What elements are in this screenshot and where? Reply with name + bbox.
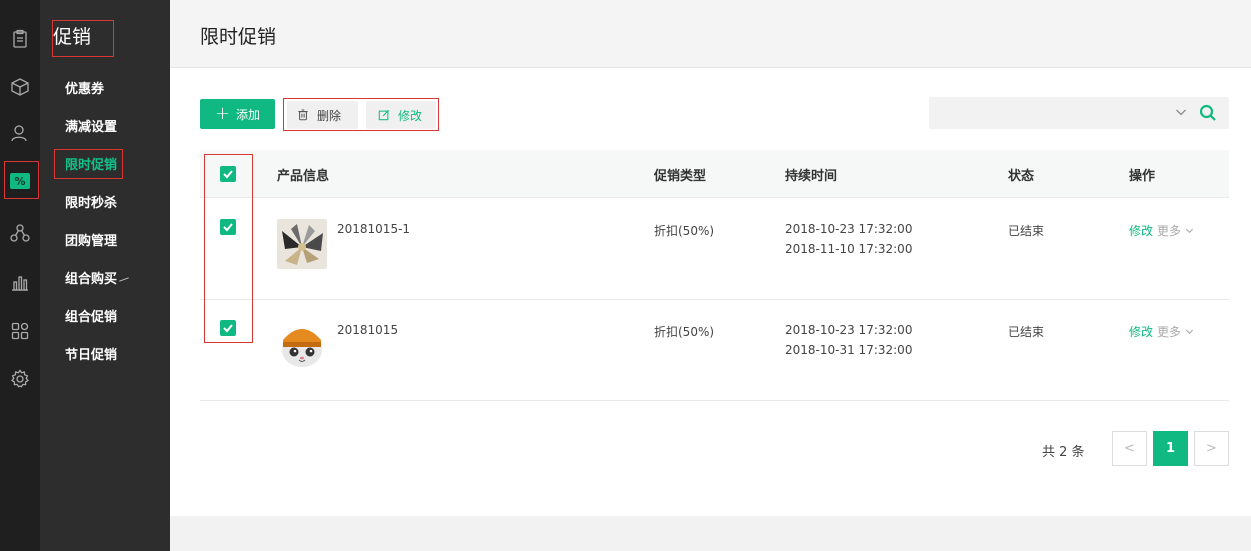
product-name: 20181015 bbox=[337, 323, 399, 337]
delete-button-label: 删除 bbox=[317, 108, 342, 123]
sidebar-item-holiday-promo[interactable]: 节日促销 bbox=[65, 346, 117, 366]
row-checkbox[interactable] bbox=[220, 320, 236, 336]
product-name: 20181015-1 bbox=[337, 222, 411, 236]
edit-button[interactable]: 修改 bbox=[366, 101, 436, 129]
table-row: 20181015 折扣(50%) 2018-10-23 17:32:00 201… bbox=[200, 300, 1229, 401]
trash-icon bbox=[298, 109, 308, 121]
row-more-label: 更多 bbox=[1157, 325, 1182, 339]
status-text: 已结束 bbox=[1008, 325, 1045, 339]
column-header-duration: 持续时间 bbox=[785, 169, 838, 184]
end-time: 2018-10-31 17:32:00 bbox=[785, 343, 913, 357]
product-thumbnail bbox=[277, 320, 327, 370]
sidebar-item-combo-promo[interactable]: 组合促销 bbox=[65, 308, 117, 328]
caret-icon bbox=[119, 277, 129, 282]
icon-rail: % bbox=[0, 0, 40, 551]
page-1-button[interactable]: 1 bbox=[1153, 431, 1188, 466]
sub-sidebar: 促销 优惠券 满减设置 限时促销 限时秒杀 团购管理 组合购买 组合促销 节日促… bbox=[40, 0, 170, 551]
box-icon[interactable] bbox=[0, 68, 40, 106]
chevron-down-icon bbox=[1185, 329, 1193, 335]
product-image bbox=[277, 219, 327, 269]
next-page-button[interactable]: > bbox=[1194, 431, 1229, 466]
search-icon[interactable] bbox=[1199, 104, 1217, 122]
start-time: 2018-10-23 17:32:00 bbox=[785, 222, 913, 236]
sidebar-item-flash-sale[interactable]: 限时秒杀 bbox=[65, 194, 117, 214]
plus-icon: + bbox=[214, 103, 231, 124]
duration: 2018-10-23 17:32:00 2018-11-10 17:32:00 bbox=[785, 219, 912, 259]
column-header-actions: 操作 bbox=[1129, 169, 1156, 184]
add-button[interactable]: + 添加 bbox=[200, 99, 275, 129]
column-header-status: 状态 bbox=[1008, 169, 1035, 184]
check-icon bbox=[223, 324, 233, 333]
sidebar-item-label: 组合购买 bbox=[65, 272, 118, 287]
product-thumbnail bbox=[277, 219, 327, 269]
edit-icon bbox=[378, 109, 390, 121]
prev-page-button[interactable]: < bbox=[1112, 431, 1147, 466]
row-more-menu[interactable]: 更多 bbox=[1157, 224, 1194, 238]
row-checkbox[interactable] bbox=[220, 219, 236, 235]
row-edit-link[interactable]: 修改 bbox=[1129, 224, 1153, 238]
row-more-menu[interactable]: 更多 bbox=[1157, 325, 1194, 339]
sidebar-item-flash-promo[interactable]: 限时促销 bbox=[65, 156, 117, 176]
clipboard-icon[interactable] bbox=[0, 20, 40, 58]
sidebar-item-discount-settings[interactable]: 满减设置 bbox=[65, 118, 117, 138]
percent-badge: % bbox=[10, 173, 30, 189]
status-text: 已结束 bbox=[1008, 224, 1045, 238]
total-count: 共 2 条 bbox=[1042, 445, 1085, 460]
promotion-icon[interactable]: % bbox=[0, 162, 40, 200]
search-input[interactable] bbox=[929, 97, 1229, 129]
row-edit-link[interactable]: 修改 bbox=[1129, 325, 1153, 339]
sidebar-title: 促销 bbox=[53, 26, 92, 48]
row-more-label: 更多 bbox=[1157, 224, 1182, 238]
page-header: 限时促销 bbox=[170, 0, 1251, 68]
row-actions: 修改 更多 bbox=[1129, 323, 1194, 340]
promo-type: 折扣(50%) bbox=[654, 224, 715, 238]
select-all-checkbox[interactable] bbox=[220, 166, 236, 182]
chevron-down-icon bbox=[1185, 228, 1193, 234]
table-header: 产品信息 促销类型 持续时间 状态 操作 bbox=[200, 150, 1229, 198]
check-icon bbox=[223, 223, 233, 232]
promo-type: 折扣(50%) bbox=[654, 325, 715, 339]
add-button-label: 添加 bbox=[236, 107, 261, 122]
table-row: 20181015-1 折扣(50%) 2018-10-23 17:32:00 2… bbox=[200, 199, 1229, 300]
end-time: 2018-11-10 17:32:00 bbox=[785, 242, 913, 256]
chevron-down-icon[interactable] bbox=[1175, 106, 1187, 118]
user-icon[interactable] bbox=[0, 114, 40, 152]
check-icon bbox=[223, 170, 233, 179]
column-header-product: 产品信息 bbox=[277, 169, 330, 184]
duration: 2018-10-23 17:32:00 2018-10-31 17:32:00 bbox=[785, 320, 912, 360]
sidebar-item-combo-buy[interactable]: 组合购买 bbox=[65, 270, 129, 290]
chart-icon[interactable] bbox=[0, 263, 40, 301]
sidebar-item-coupon[interactable]: 优惠券 bbox=[65, 80, 104, 100]
start-time: 2018-10-23 17:32:00 bbox=[785, 323, 913, 337]
sidebar-item-group-buy[interactable]: 团购管理 bbox=[65, 232, 117, 252]
page-title: 限时促销 bbox=[200, 26, 277, 48]
row-actions: 修改 更多 bbox=[1129, 222, 1194, 239]
edit-button-label: 修改 bbox=[398, 108, 423, 123]
settings-icon[interactable] bbox=[0, 360, 40, 398]
column-header-type: 促销类型 bbox=[654, 169, 707, 184]
main-content: + 添加 删除 修改 产品信息 促销类型 持续时间 状态 操作 20181015… bbox=[170, 68, 1251, 516]
delete-button[interactable]: 删除 bbox=[287, 101, 358, 129]
product-image bbox=[277, 320, 327, 370]
apps-icon[interactable] bbox=[0, 312, 40, 350]
share-icon[interactable] bbox=[0, 214, 40, 252]
